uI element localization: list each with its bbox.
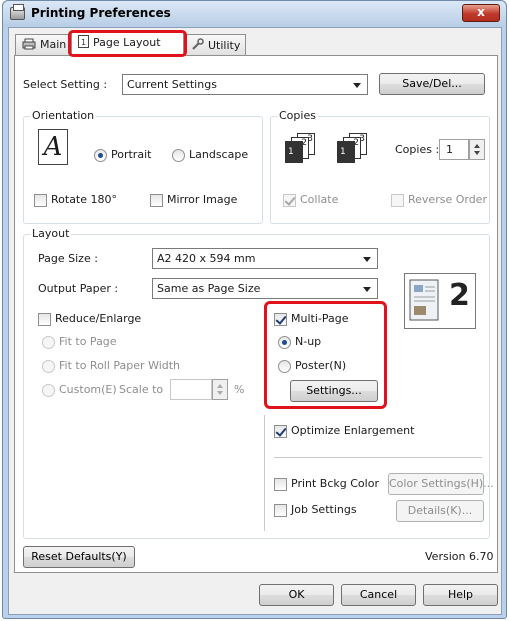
rotate-180-checkbox[interactable] [34, 194, 47, 207]
scale-input[interactable] [170, 379, 212, 400]
save-del-button[interactable]: Save/Del... [379, 73, 485, 95]
svg-text:1: 1 [81, 38, 86, 47]
copies-stepper[interactable] [469, 139, 485, 160]
copies-input[interactable]: 1 [439, 139, 469, 160]
copies-icon-digit: 1 [340, 147, 346, 157]
multi-page-settings-button[interactable]: Settings... [290, 380, 378, 402]
layout-title: Layout [30, 227, 72, 240]
scale-unit-label: % [234, 383, 245, 396]
custom-label: Custom(E) [59, 383, 117, 396]
layout-separator [274, 457, 482, 458]
chevron-down-icon [353, 83, 361, 88]
portrait-radio[interactable] [94, 149, 107, 162]
tab-page-layout-label: Page Layout [93, 36, 161, 49]
select-setting-value: Current Settings [127, 78, 217, 91]
copies-icon-digit: 1 [288, 147, 294, 157]
print-bckg-color-checkbox[interactable] [274, 478, 287, 491]
mirror-image-label: Mirror Image [167, 193, 238, 206]
dialog-client: Main 1 Page Layout Utility Select Settin… [8, 27, 502, 615]
ok-button[interactable]: OK [259, 584, 334, 606]
tab-page-layout[interactable]: 1 Page Layout [71, 31, 184, 56]
orientation-group: Orientation A Portrait Landscape Rotate … [23, 109, 263, 224]
close-button[interactable]: x [462, 4, 500, 22]
tab-main-label: Main [40, 38, 67, 51]
printer-icon [10, 4, 25, 20]
fit-to-page-label: Fit to Page [59, 335, 117, 348]
collate-pages-icon: 3 2 1 [285, 133, 323, 163]
fit-to-roll-radio[interactable] [42, 360, 55, 373]
poster-label: Poster(N) [295, 359, 347, 372]
optimize-enlargement-checkbox[interactable] [274, 425, 287, 438]
nup-label: N-up [295, 335, 322, 348]
orientation-preview-icon: A [38, 129, 68, 165]
tab-utility-label: Utility [208, 39, 241, 52]
window-title: Printing Preferences [31, 6, 171, 20]
page-size-value: A2 420 x 594 mm [157, 252, 256, 265]
output-paper-label: Output Paper : [38, 282, 119, 295]
orientation-title: Orientation [30, 109, 97, 122]
page-size-label: Page Size : [38, 252, 98, 265]
landscape-radio[interactable] [172, 149, 185, 162]
print-bckg-color-label: Print Bckg Color [291, 477, 379, 490]
custom-radio[interactable] [42, 384, 55, 397]
uncollate-pages-icon: 3 2 1 [337, 133, 375, 163]
title-bar[interactable]: Printing Preferences x [3, 1, 506, 27]
page-icon: 1 [78, 35, 89, 51]
reduce-enlarge-checkbox[interactable] [38, 313, 51, 326]
select-setting-label: Select Setting : [23, 78, 108, 91]
collate-label: Collate [300, 193, 339, 206]
driver-version: Version 6.70 [425, 550, 494, 563]
printing-preferences-window: Printing Preferences x Main 1 Page Layou… [2, 0, 507, 619]
reset-defaults-button[interactable]: Reset Defaults(Y) [23, 546, 135, 568]
layout-group: Layout Page Size : A2 420 x 594 mm Outpu… [23, 227, 494, 539]
printer-icon [22, 38, 36, 53]
job-settings-label: Job Settings [291, 503, 357, 516]
nup-radio[interactable] [278, 336, 291, 349]
preview-page-count: 2 [449, 278, 470, 313]
reduce-enlarge-label: Reduce/Enlarge [55, 312, 142, 325]
layout-divider [264, 415, 265, 531]
help-button[interactable]: Help [423, 584, 498, 606]
reverse-order-checkbox[interactable] [391, 194, 404, 207]
poster-radio[interactable] [278, 360, 291, 373]
portrait-label: Portrait [111, 148, 152, 161]
scale-to-label: Scale to [119, 383, 164, 396]
fit-to-page-radio[interactable] [42, 336, 55, 349]
select-setting-dropdown[interactable]: Current Settings [122, 74, 368, 95]
layout-preview: 2 [404, 273, 476, 329]
optimize-enlargement-label: Optimize Enlargement [291, 424, 415, 437]
collate-checkbox[interactable] [283, 194, 296, 207]
page-size-dropdown[interactable]: A2 420 x 594 mm [152, 248, 378, 269]
fit-to-roll-label: Fit to Roll Paper Width [59, 359, 181, 372]
reverse-order-label: Reverse Order [408, 193, 487, 206]
chevron-down-icon [363, 257, 371, 262]
chevron-down-icon [363, 287, 371, 292]
landscape-label: Landscape [189, 148, 249, 161]
wrench-icon [191, 38, 204, 54]
color-settings-button[interactable]: Color Settings(H)... [388, 473, 494, 495]
copies-group: Copies 3 2 1 3 2 1 Copies : 1 Collate Re… [270, 109, 490, 224]
rotate-180-label: Rotate 180° [51, 193, 118, 206]
tab-utility[interactable]: Utility [184, 34, 246, 55]
mirror-image-checkbox[interactable] [150, 194, 163, 207]
copies-title: Copies [277, 109, 318, 122]
copies-count-label: Copies : [395, 143, 440, 156]
multi-page-label: Multi-Page [291, 312, 349, 325]
output-paper-dropdown[interactable]: Same as Page Size [152, 278, 378, 299]
details-button[interactable]: Details(K)... [396, 500, 484, 522]
tab-main[interactable]: Main [15, 34, 71, 55]
output-paper-value: Same as Page Size [157, 282, 261, 295]
multi-page-checkbox[interactable] [274, 313, 287, 326]
scale-stepper[interactable] [212, 379, 228, 400]
page-layout-panel: Select Setting : Current Settings Save/D… [14, 55, 498, 573]
job-settings-checkbox[interactable] [274, 504, 287, 517]
cancel-button[interactable]: Cancel [341, 584, 416, 606]
